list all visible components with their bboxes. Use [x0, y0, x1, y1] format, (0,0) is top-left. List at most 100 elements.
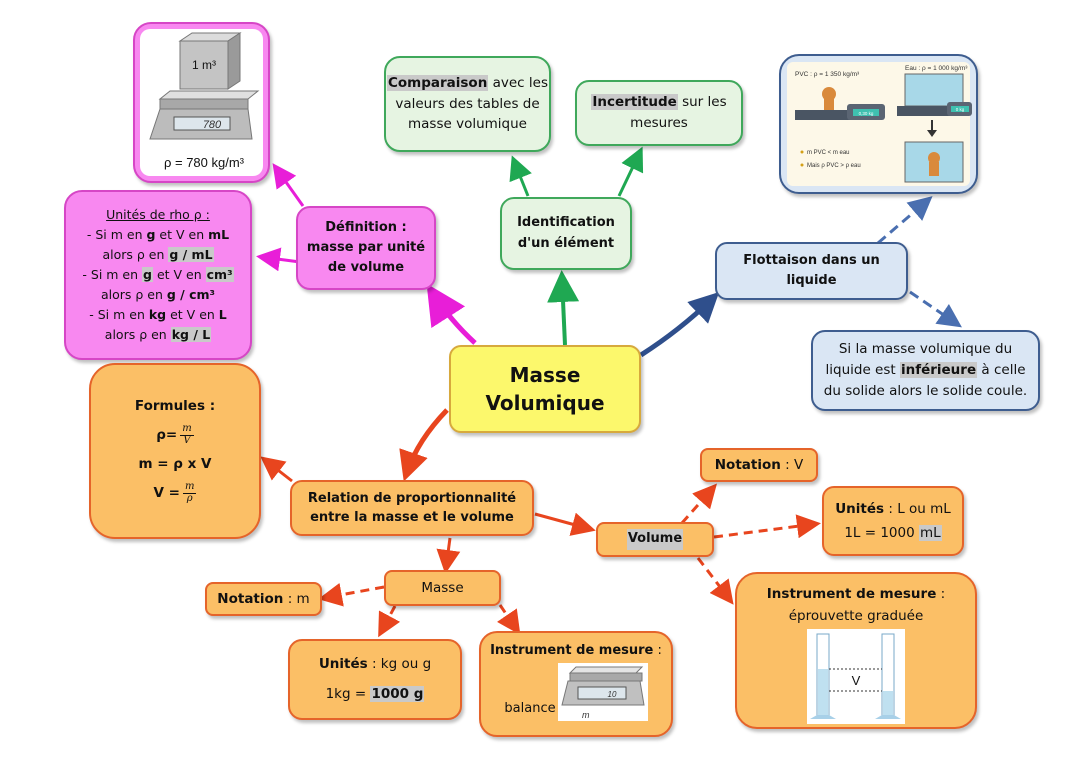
arrow-volume-to-units: [713, 514, 821, 539]
mass-symbol: m: [582, 710, 590, 720]
balance-icon: 10 m: [560, 666, 645, 720]
density-caption: ρ = 780 kg/m³: [164, 155, 245, 170]
mass-units-node[interactable]: Unités : kg ou g 1kg = 1000 g: [288, 639, 462, 720]
volume-units-node[interactable]: Unités : L ou mL 1L = 1000 mL: [822, 486, 964, 556]
bullet-density: Mais ρ PVC > ρ eau: [807, 163, 861, 169]
cube-label: 1 m³: [192, 58, 216, 72]
rho-units-line: - Si m en g et V en cm³: [82, 267, 234, 282]
arrow-identification-to-uncertainty: [617, 146, 644, 197]
example-image-card: 1 m³ 780 ρ = 780 kg/m³: [133, 22, 270, 183]
arrow-volume-to-notation: [680, 483, 717, 524]
pvc-water-illustration: PVC : ρ = 1 350 kg/m³ Eau : ρ = 1 000 kg…: [795, 65, 972, 183]
formulas-card: Formules : ρ= m V m = ρ x V V = m ρ: [89, 363, 261, 539]
sink-rule-line: liquide est inférieure à celle: [825, 362, 1026, 379]
uncertainty-line: mesures: [630, 115, 688, 131]
scale-cube-illustration: 1 m³ 780 ρ = 780 kg/m³: [140, 29, 263, 176]
rho-units-card: Unités de rho ρ : - Si m en g et V en mL…: [64, 190, 252, 360]
mass-units-text: Unités : kg ou g: [318, 655, 432, 672]
rho-units-line: - Si m en kg et V en L: [89, 307, 227, 322]
scale-display: 780: [203, 119, 222, 131]
arrow-relation-to-volume: [534, 512, 596, 536]
definition-node[interactable]: Définition : masse par unité de volume: [296, 206, 436, 290]
graduated-cylinder-illustration: V: [807, 629, 905, 725]
volume-instrument-name: éprouvette graduée: [788, 607, 924, 624]
graduated-cylinder-icon: V: [810, 633, 901, 720]
rho-units-line: - Si m en g et V en mL: [86, 227, 230, 242]
relation-line: entre la masse et le volume: [310, 510, 514, 525]
comparison-node[interactable]: Comparaison avec les valeurs des tables …: [384, 56, 551, 152]
volume-instrument-title: Instrument de mesure :: [766, 586, 946, 602]
identification-line: d'un élément: [517, 235, 615, 251]
mass-notation-node[interactable]: Notation : m: [205, 582, 322, 616]
volume-notation-node[interactable]: Notation : V: [700, 448, 818, 482]
arrow-center-to-identification: [547, 270, 580, 346]
formulas-title: Formules :: [134, 397, 216, 414]
center-node[interactable]: Masse Volumique: [449, 345, 641, 433]
flotation-line: Flottaison dans un: [743, 252, 880, 268]
relation-node[interactable]: Relation de proportionnalité entre la ma…: [290, 480, 534, 536]
flotation-line: liquide: [786, 273, 837, 288]
volume-symbol: V: [852, 673, 861, 688]
comparison-line: masse volumique: [408, 116, 527, 133]
identification-line: Identification: [517, 215, 615, 231]
flotation-illustration: PVC : ρ = 1 350 kg/m³ Eau : ρ = 1 000 kg…: [787, 62, 972, 186]
comparison-line: valeurs des tables de: [395, 95, 540, 112]
arrow-definition-to-example: [272, 163, 305, 207]
mass-conversion: 1kg = 1000 g: [325, 685, 425, 702]
arrow-volume-to-instrument: [696, 557, 734, 605]
rho-units-line: alors ρ en g / mL: [102, 247, 214, 262]
mass-instrument-card: Instrument de mesure : balance 10 m: [479, 631, 673, 737]
comparison-line: Comparaison avec les: [386, 74, 548, 91]
arrow-identification-to-comparison: [509, 155, 532, 197]
balance-display: 10: [607, 690, 616, 699]
volume-notation-text: Notation : V: [714, 456, 804, 473]
mass-node[interactable]: Masse: [384, 570, 501, 606]
definition-line: masse par unité: [306, 239, 426, 255]
arrow-flotation-to-image: [877, 196, 933, 245]
volume-label: Volume: [626, 529, 684, 550]
arrow-flotation-to-rule: [909, 290, 962, 328]
relation-line: Relation de proportionnalité: [307, 490, 517, 506]
water-label: Eau : ρ = 1 000 kg/m³: [905, 65, 968, 72]
center-title-line2: Volumique: [485, 391, 605, 415]
mass-notation-text: Notation : m: [217, 590, 310, 607]
rho-units-line: alors ρ en g / cm³: [100, 287, 216, 302]
arrow-center-to-relation: [399, 408, 449, 482]
left-scale-display: 0,30 kg: [859, 111, 874, 116]
formula-volume: V = m ρ: [153, 481, 197, 504]
volume-node[interactable]: Volume: [596, 522, 714, 557]
volume-conversion: 1L = 1000 mL: [844, 525, 942, 541]
pvc-label: PVC : ρ = 1 350 kg/m³: [795, 71, 860, 78]
arrow-center-to-definition: [426, 283, 477, 345]
sink-rule-line: du solide alors le solide coule.: [823, 382, 1028, 399]
formula-density: ρ= m V: [156, 423, 194, 446]
arrow-definition-to-units: [256, 247, 301, 272]
bullet-mass: m PVC < m eau: [807, 150, 850, 156]
right-scale-display: 0 kg: [956, 107, 965, 112]
flotation-node[interactable]: Flottaison dans un liquide: [715, 242, 908, 300]
scale-with-cube-icon: 1 m³ 780 ρ = 780 kg/m³: [149, 32, 260, 170]
definition-line: de volume: [327, 260, 405, 276]
uncertainty-line: Incertitude sur les: [591, 94, 727, 111]
arrow-mass-to-units: [378, 605, 401, 638]
flotation-image-card: PVC : ρ = 1 350 kg/m³ Eau : ρ = 1 000 kg…: [779, 54, 978, 194]
mass-instrument-title: Instrument de mesure :: [490, 643, 662, 658]
sink-rule-line: Si la masse volumique du: [838, 341, 1013, 358]
definition-line: Définition :: [325, 219, 407, 235]
arrow-relation-to-formulas: [260, 456, 293, 483]
formula-mass: m = ρ x V: [138, 456, 212, 472]
arrow-relation-to-mass: [436, 537, 461, 574]
uncertainty-node[interactable]: Incertitude sur les mesures: [575, 80, 743, 146]
arrow-mass-to-instrument: [496, 604, 521, 635]
volume-units-text: Unités : L ou mL: [835, 500, 951, 517]
rho-units-line: alors ρ en kg / L: [104, 327, 212, 342]
balance-illustration: 10 m: [557, 663, 648, 722]
identification-node[interactable]: Identification d'un élément: [500, 197, 632, 270]
sink-rule-node[interactable]: Si la masse volumique du liquide est inf…: [811, 330, 1040, 411]
volume-instrument-card: Instrument de mesure : éprouvette gradué…: [735, 572, 977, 729]
mass-instrument-name: balance: [504, 701, 556, 716]
arrow-center-to-flotation: [639, 292, 720, 358]
mass-label: Masse: [421, 579, 464, 596]
arrow-mass-to-notation: [318, 582, 385, 607]
center-title-line1: Masse: [509, 363, 581, 387]
